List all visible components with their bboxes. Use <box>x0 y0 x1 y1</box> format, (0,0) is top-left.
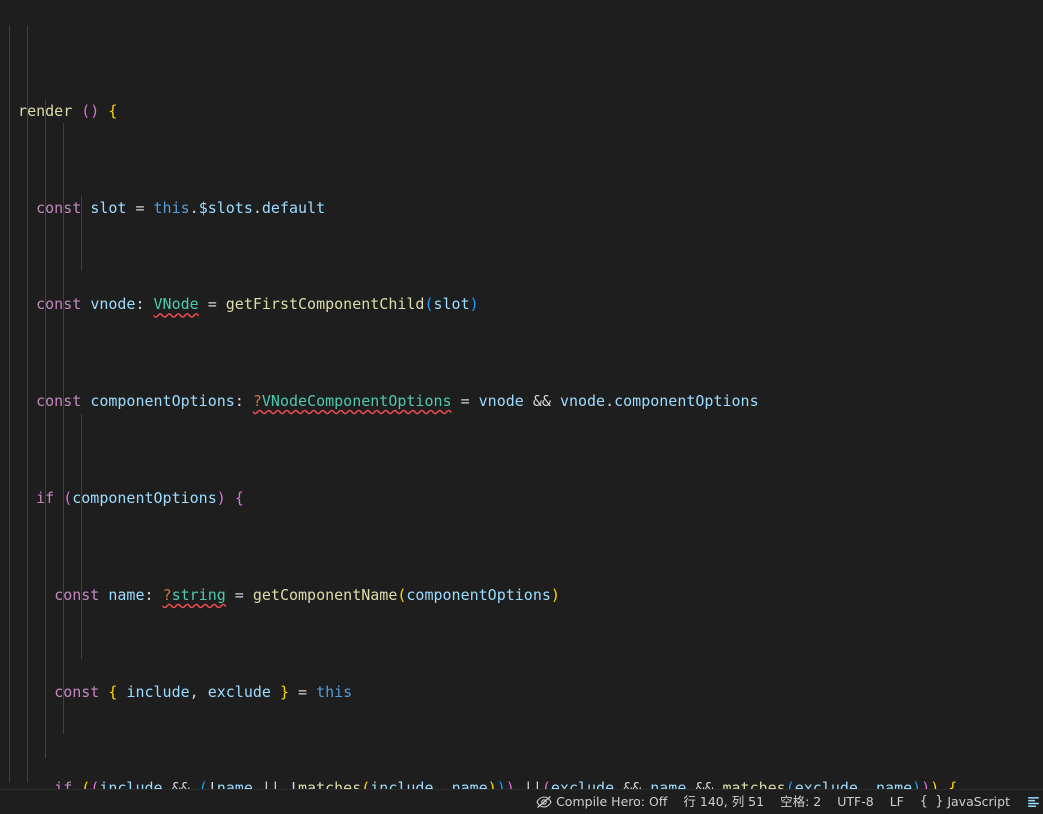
language-mode-label: JavaScript <box>947 790 1010 814</box>
status-prettier[interactable] <box>1018 790 1043 814</box>
braces-icon: { } <box>920 790 943 814</box>
status-eol[interactable]: LF <box>882 790 912 814</box>
code-line[interactable]: const name: ?string = getComponentName(c… <box>0 583 1043 607</box>
status-encoding[interactable]: UTF-8 <box>829 790 881 814</box>
code-line[interactable]: const slot = this.$slots.default <box>0 196 1043 220</box>
status-compile-hero[interactable]: Compile Hero: Off <box>528 790 675 814</box>
code-line[interactable]: const { include, exclude } = this <box>0 680 1043 704</box>
code-line[interactable]: const vnode: VNode = getFirstComponentCh… <box>0 292 1043 316</box>
eye-slash-icon <box>536 795 552 809</box>
code-line[interactable]: const componentOptions: ?VNodeComponentO… <box>0 389 1043 413</box>
status-language-mode[interactable]: { } JavaScript <box>912 790 1018 814</box>
prettier-icon <box>1026 795 1041 810</box>
status-indentation[interactable]: 空格: 2 <box>772 790 829 814</box>
code-content[interactable]: render () { const slot = this.$slots.def… <box>0 0 1043 789</box>
status-bar: Compile Hero: Off 行 140, 列 51 空格: 2 UTF-… <box>0 789 1043 814</box>
compile-hero-label: Compile Hero: Off <box>556 790 667 814</box>
vscode-editor-window: render () { const slot = this.$slots.def… <box>0 0 1043 814</box>
code-line[interactable]: render () { <box>0 99 1043 123</box>
code-editor[interactable]: render () { const slot = this.$slots.def… <box>0 0 1043 789</box>
code-line[interactable]: if ((include && (!name || !matches(inclu… <box>0 776 1043 789</box>
status-cursor-position[interactable]: 行 140, 列 51 <box>675 790 772 814</box>
code-line[interactable]: if (componentOptions) { <box>0 486 1043 510</box>
